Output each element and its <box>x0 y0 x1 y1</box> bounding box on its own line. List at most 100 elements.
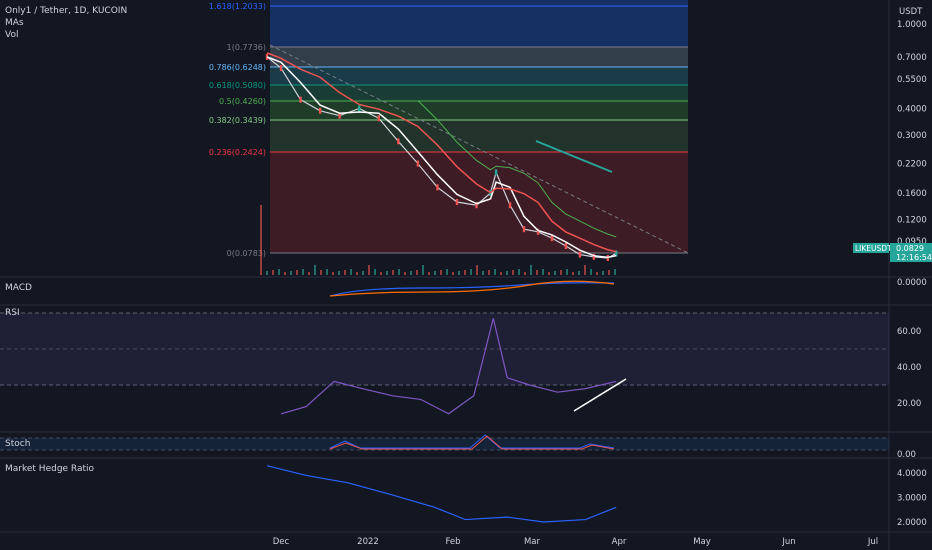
stoch-tick: 0.00 <box>897 450 916 460</box>
volume-bar <box>374 269 376 275</box>
vol-indicator-label[interactable]: Vol <box>5 30 18 40</box>
volume-bar <box>314 265 316 275</box>
price-candle <box>508 202 512 209</box>
price-axis-tick: 0.7000 <box>897 53 927 63</box>
price-axis-tick: 1.0000 <box>897 20 927 30</box>
price-candle <box>397 138 400 145</box>
price-axis-tick: 0.4000 <box>897 104 927 114</box>
hedge-tick: 4.0000 <box>897 469 927 479</box>
rsi-tick: 60.00 <box>897 327 921 337</box>
time-axis-label: 2022 <box>357 537 379 547</box>
hedge-tick: 2.0000 <box>897 518 927 528</box>
price-candle <box>299 96 302 103</box>
volume-bar <box>368 265 370 275</box>
price-candle <box>436 184 439 191</box>
price-candle <box>416 160 420 167</box>
volume-bar <box>278 269 280 275</box>
hedge-title[interactable]: Market Hedge Ratio <box>5 464 95 474</box>
price-axis-tick: 0.5500 <box>897 75 927 85</box>
price-tag-value: 0.0829 <box>896 244 924 253</box>
macd-tick: 0.0000 <box>897 278 927 288</box>
volume-bar <box>290 271 292 275</box>
current-price-tag: LIKEUSDT 0.0829 12:16:54 <box>853 243 932 262</box>
volume-bar <box>386 271 388 275</box>
price-candle <box>494 169 498 176</box>
volume-bar <box>590 269 592 275</box>
volume-bar <box>572 272 574 275</box>
volume-bar <box>470 269 472 275</box>
volume-bar <box>488 270 490 275</box>
volume-bar <box>482 271 484 275</box>
volume-bar <box>296 270 298 275</box>
rsi-tick: 40.00 <box>897 363 921 373</box>
volume-bar <box>320 270 322 275</box>
volume-bar <box>332 272 334 275</box>
symbol-title[interactable]: Only1 / Tether, 1D, KUCOIN <box>5 6 127 16</box>
price-candle <box>318 107 322 114</box>
volume-bar <box>434 271 436 275</box>
volume-bar <box>356 272 358 275</box>
volume-bar <box>596 272 598 275</box>
price-axis-tick: 0.3000 <box>897 131 927 141</box>
price-candle <box>564 242 568 249</box>
volume-bar <box>602 271 604 275</box>
volume-bar <box>560 270 562 275</box>
macd-series <box>329 280 615 297</box>
volume-bar <box>260 205 262 275</box>
fib-level-label: 0.786(0.6248) <box>209 63 266 72</box>
volume-bar <box>398 269 400 275</box>
time-axis-label: Dec <box>273 537 290 547</box>
time-axis: Dec 2022 Feb Mar Apr May Jun Jul <box>273 537 878 547</box>
volume-bar <box>404 272 406 275</box>
fib-level-label: 0.5(0.4260) <box>219 97 266 106</box>
stoch-title[interactable]: Stoch <box>5 439 30 449</box>
time-axis-label: May <box>693 537 711 547</box>
volume-bar <box>506 271 508 275</box>
hedge-ratio-line <box>266 465 617 523</box>
price-tag-countdown: 12:16:54 <box>896 253 932 262</box>
fib-level-label: 1(0.7736) <box>227 43 266 52</box>
price-candle <box>358 105 361 112</box>
rsi-title[interactable]: RSI <box>5 308 20 318</box>
volume-bar <box>350 269 352 275</box>
fib-level-label: 0.236(0.2424) <box>209 148 266 157</box>
fib-level-label: 0.618(0.5080) <box>209 81 266 90</box>
volume-bar <box>458 271 460 275</box>
volume-bar <box>302 269 304 275</box>
volume-bar <box>284 272 286 275</box>
time-axis-label: Mar <box>524 537 541 547</box>
volume-bar <box>344 270 346 275</box>
macd-title[interactable]: MACD <box>5 283 32 293</box>
volume-bar <box>614 269 616 275</box>
price-tag-symbol: LIKEUSDT <box>855 244 892 253</box>
time-axis-label: Jun <box>781 537 795 547</box>
hedge-ratio-series <box>266 465 617 523</box>
time-axis-label: Apr <box>612 537 627 547</box>
volume-bar <box>542 269 544 275</box>
volume-bar <box>422 265 424 275</box>
volume-bar <box>446 269 448 275</box>
price-candle <box>455 199 459 206</box>
chart-canvas: 1.618(1.2033) 1(0.7736) 0.786(0.6248) 0.618… <box>0 0 932 550</box>
fibonacci-retracement[interactable]: 1.618(1.2033) 1(0.7736) 0.786(0.6248) 0.618… <box>209 0 688 258</box>
price-candle <box>279 65 283 72</box>
mas-indicator-label[interactable]: MAs <box>5 18 24 28</box>
volume-bar <box>536 270 538 275</box>
volume-bar <box>476 265 478 275</box>
volume-bar <box>566 269 568 275</box>
volume-bar <box>554 271 556 275</box>
volume-bar <box>584 265 586 275</box>
time-axis-label: Feb <box>445 537 460 547</box>
volume-bar <box>524 272 526 275</box>
volume-bar <box>338 271 340 275</box>
volume-bar <box>272 270 274 275</box>
price-axis-tick: 0.1200 <box>897 215 927 225</box>
volume-bar <box>500 272 502 275</box>
volume-bar <box>464 270 466 275</box>
volume-bar <box>518 269 520 275</box>
volume-bar <box>512 270 514 275</box>
fib-level-label: 1.618(1.2033) <box>209 2 266 11</box>
volume-bar <box>266 271 268 275</box>
volume-bar <box>530 265 532 275</box>
price-candle <box>522 226 526 233</box>
